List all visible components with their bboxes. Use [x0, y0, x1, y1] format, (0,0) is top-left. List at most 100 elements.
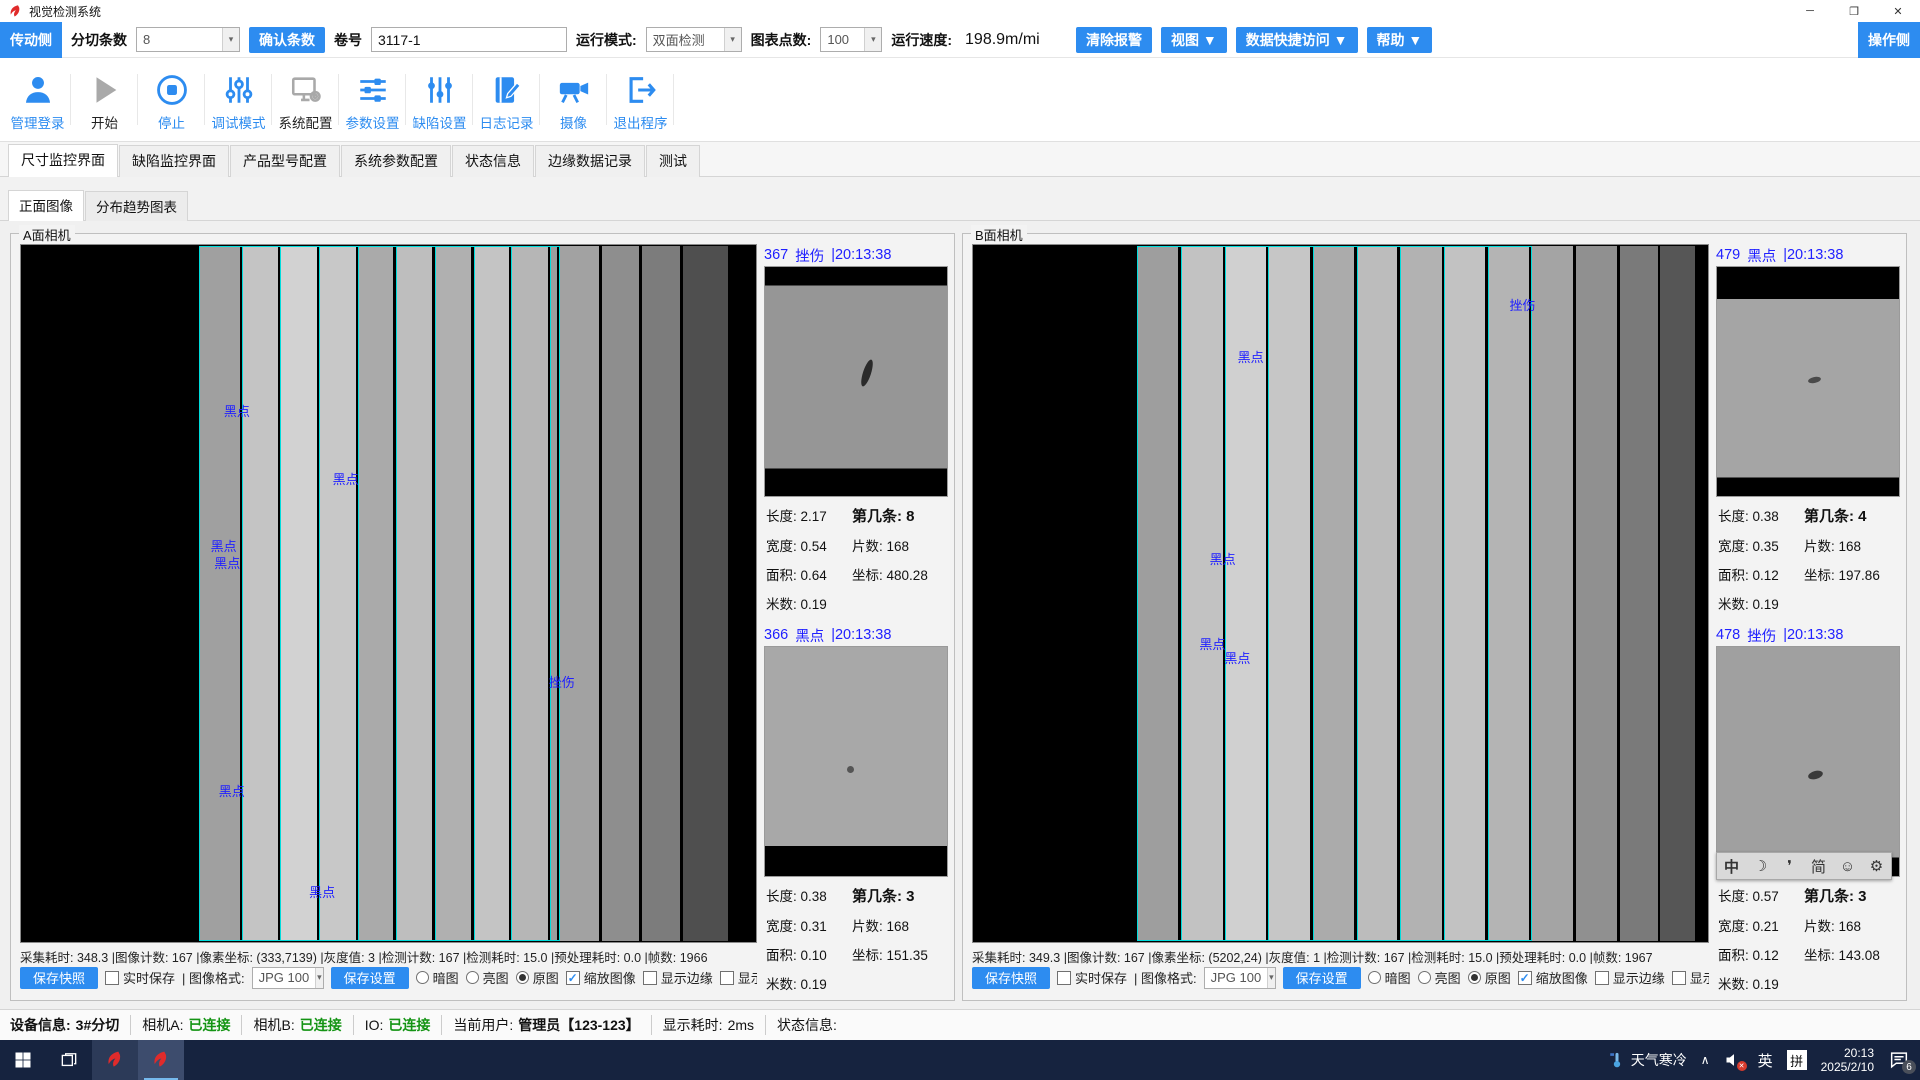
- image-format-label: | 图像格式:: [182, 968, 245, 987]
- ime-simplified-button[interactable]: 简: [1804, 853, 1833, 879]
- display-time-label: 显示耗时:: [663, 1015, 723, 1035]
- chevron-down-icon[interactable]: ▾: [1267, 968, 1274, 988]
- panel-b: B面相机 挫伤黑点黑点黑点黑点 采集耗时: 349.3 |图像计数: 167 |…: [962, 233, 1907, 1001]
- image-format-select[interactable]: JPG 100 ▾: [1204, 967, 1276, 989]
- view-menu-button[interactable]: 视图 ▼: [1161, 27, 1227, 53]
- language-indicator[interactable]: 英: [1758, 1050, 1773, 1071]
- save-settings-button[interactable]: 保存设置: [1283, 967, 1361, 989]
- show-count-checkbox[interactable]: [1672, 971, 1686, 985]
- defect-thumb[interactable]: [1716, 266, 1900, 497]
- maximize-button[interactable]: ❐: [1832, 0, 1876, 22]
- show-count-checkbox[interactable]: [720, 971, 734, 985]
- film-strip: [683, 246, 728, 941]
- panel-a: A面相机 黑点黑点黑点黑点挫伤黑点黑点 采集耗时: 348.3 |图像计数: 1…: [10, 233, 955, 1001]
- defect-spot: [847, 766, 854, 773]
- sliders-vertical-icon: [222, 73, 256, 107]
- data-quick-access-menu-button[interactable]: 数据快捷访问 ▼: [1236, 27, 1358, 53]
- ime-punctuation-icon[interactable]: ❜: [1775, 853, 1804, 879]
- tray-overflow-chevron[interactable]: ∧: [1701, 1053, 1710, 1067]
- admin-login-button[interactable]: 管理登录: [4, 58, 71, 141]
- chevron-down-icon[interactable]: ▾: [724, 28, 741, 51]
- chevron-down-icon[interactable]: ▾: [222, 28, 239, 51]
- volume-muted-icon[interactable]: ✕: [1724, 1050, 1744, 1070]
- drive-side-button[interactable]: 传动侧: [0, 22, 62, 58]
- show-edge-checkbox[interactable]: [1595, 971, 1609, 985]
- dark-image-radio[interactable]: [416, 971, 429, 984]
- start-button[interactable]: [0, 1040, 46, 1080]
- tab-status-info[interactable]: 状态信息: [452, 145, 534, 177]
- close-button[interactable]: ✕: [1876, 0, 1920, 22]
- stop-button[interactable]: 停止: [138, 58, 205, 141]
- save-snapshot-button[interactable]: 保存快照: [20, 967, 98, 989]
- strip-divider-line: [1225, 246, 1226, 941]
- original-image-radio[interactable]: [1468, 971, 1481, 984]
- roll-number-input[interactable]: [371, 27, 567, 52]
- strip-divider-line: [1444, 246, 1445, 941]
- video-camera-icon: [557, 73, 591, 107]
- bright-image-radio[interactable]: [1418, 971, 1431, 984]
- original-image-radio[interactable]: [516, 971, 529, 984]
- debug-mode-button[interactable]: 调试模式: [205, 58, 272, 141]
- camera-a-controls: 保存快照 实时保存 | 图像格式: JPG 100 ▾ 保存设置 暗图 亮图 原…: [20, 964, 757, 991]
- ime-fullwidth-icon[interactable]: ☽: [1746, 853, 1775, 879]
- help-menu-button[interactable]: 帮助 ▼: [1367, 27, 1433, 53]
- subtab-trend-chart[interactable]: 分布趋势图表: [85, 191, 188, 221]
- camera-b-status-line: 采集耗时: 349.3 |图像计数: 167 |像素坐标: (5202,24) …: [972, 943, 1709, 964]
- realtime-save-checkbox[interactable]: [105, 971, 119, 985]
- defect-thumb[interactable]: [764, 266, 948, 497]
- defect-header: 367 挫伤 |20:13:38: [764, 244, 948, 266]
- tab-system-param-config[interactable]: 系统参数配置: [341, 145, 451, 177]
- parameter-settings-button[interactable]: 参数设置: [339, 58, 406, 141]
- weather-widget[interactable]: 天气寒冷: [1608, 1050, 1687, 1070]
- app-logo-icon: [8, 4, 23, 19]
- taskbar-app-button-active[interactable]: [138, 1040, 184, 1080]
- notebook-pencil-icon: [490, 73, 524, 107]
- chart-points-select[interactable]: 100 ▾: [820, 27, 882, 52]
- tab-test[interactable]: 测试: [646, 145, 700, 177]
- defect-thumb[interactable]: [1716, 646, 1900, 877]
- subtab-front-image[interactable]: 正面图像: [8, 190, 84, 221]
- chevron-down-icon[interactable]: ▾: [315, 968, 322, 988]
- scale-image-checkbox[interactable]: ✓: [1518, 971, 1532, 985]
- bright-image-radio[interactable]: [466, 971, 479, 984]
- chevron-down-icon[interactable]: ▾: [864, 28, 881, 51]
- save-settings-button[interactable]: 保存设置: [331, 967, 409, 989]
- notification-center-button[interactable]: 6: [1888, 1049, 1910, 1071]
- tab-size-monitor[interactable]: 尺寸监控界面: [8, 144, 118, 177]
- system-config-button[interactable]: 系统配置: [272, 58, 339, 141]
- minimize-button[interactable]: ─: [1788, 0, 1832, 22]
- stop-icon: [155, 73, 189, 107]
- scale-image-checkbox[interactable]: ✓: [566, 971, 580, 985]
- tab-product-model-config[interactable]: 产品型号配置: [230, 145, 340, 177]
- start-button[interactable]: 开始: [71, 58, 138, 141]
- slit-count-select[interactable]: 8 ▾: [136, 27, 240, 52]
- confirm-count-button[interactable]: 确认条数: [249, 27, 325, 53]
- ime-chinese-mode-button[interactable]: 中: [1717, 853, 1746, 879]
- clear-alarm-button[interactable]: 清除报警: [1076, 27, 1152, 53]
- show-edge-checkbox[interactable]: [643, 971, 657, 985]
- strip-divider-line: [319, 246, 320, 941]
- capture-button[interactable]: 摄像: [540, 58, 607, 141]
- clock[interactable]: 20:13 2025/2/10: [1821, 1046, 1874, 1074]
- dark-image-radio[interactable]: [1368, 971, 1381, 984]
- log-record-button[interactable]: 日志记录: [473, 58, 540, 141]
- tab-defect-monitor[interactable]: 缺陷监控界面: [119, 145, 229, 177]
- ime-emoji-icon[interactable]: ☺: [1833, 853, 1862, 879]
- tab-edge-data-record[interactable]: 边缘数据记录: [535, 145, 645, 177]
- task-view-button[interactable]: [46, 1040, 92, 1080]
- ime-mode-indicator[interactable]: 拼: [1787, 1050, 1807, 1070]
- camera-a-image: 黑点黑点黑点黑点挫伤黑点黑点: [20, 244, 757, 943]
- save-snapshot-button[interactable]: 保存快照: [972, 967, 1050, 989]
- image-format-select[interactable]: JPG 100 ▾: [252, 967, 324, 989]
- defect-settings-button[interactable]: 缺陷设置: [406, 58, 473, 141]
- taskbar-app-button[interactable]: [92, 1040, 138, 1080]
- detection-region-box: [1137, 246, 1532, 941]
- ime-settings-icon[interactable]: ⚙: [1862, 853, 1891, 879]
- defect-thumb[interactable]: [764, 646, 948, 877]
- run-mode-select[interactable]: 双面检测 ▾: [646, 27, 742, 52]
- defect-label: 黑点: [309, 882, 335, 901]
- exit-program-button[interactable]: 退出程序: [607, 58, 674, 141]
- realtime-save-checkbox[interactable]: [1057, 971, 1071, 985]
- operator-side-button[interactable]: 操作侧: [1858, 22, 1920, 58]
- current-user-value: 管理员【123-123】: [518, 1015, 639, 1035]
